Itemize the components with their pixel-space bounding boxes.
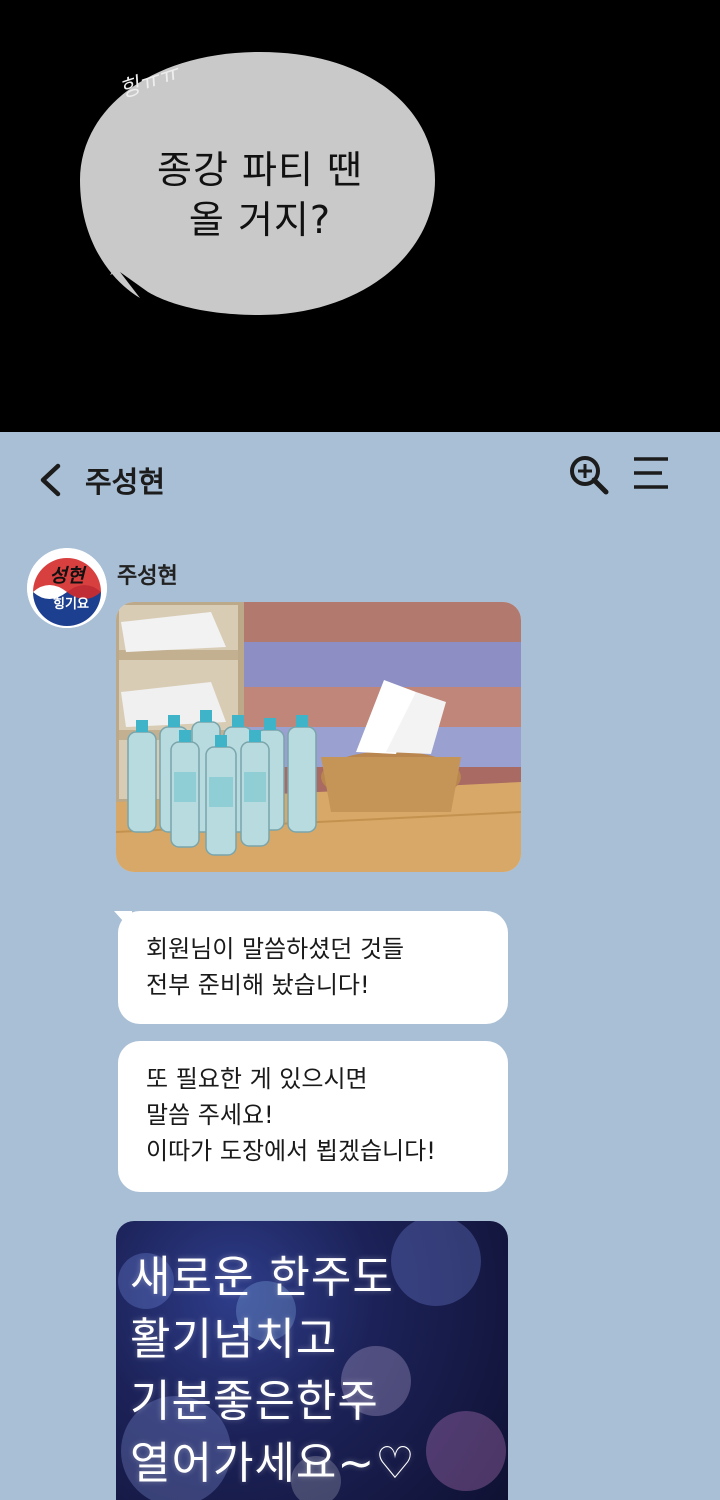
chat-title: 주성현 (85, 465, 166, 499)
avatar-text-top: 성현 (50, 565, 87, 587)
avatar[interactable]: 성현 힝기요 (27, 548, 107, 628)
message-line: 또 필요한 게 있으시면 (146, 1065, 368, 1093)
message-bubble[interactable]: 회원님이 말씀하셨던 것들 전부 준비해 놨습니다! (118, 911, 508, 1024)
greeting-line: 열어가세요~♡ (130, 1438, 416, 1489)
menu-icon[interactable] (628, 454, 674, 494)
message-line: 이따가 도장에서 뵙겠습니다! (146, 1137, 436, 1165)
bubble-line: 종강 파티 땐 (157, 148, 363, 192)
greeting-line: 새로운 한주도 (130, 1252, 394, 1303)
chat-header: 주성현 (0, 432, 720, 527)
greeting-line: 활기넘치고 (130, 1314, 338, 1365)
search-zoom-icon[interactable] (566, 452, 612, 498)
speech-bubble-text: 종강 파티 땐 올 거지? (110, 145, 410, 245)
greeting-image-message[interactable]: 새로운 한주도활기넘치고기분좋은한주열어가세요~♡ (116, 1221, 508, 1500)
bubble-line: 올 거지? (188, 198, 332, 242)
comic-panel: 힝ㅠㅠ 종강 파티 땐 올 거지? (0, 0, 720, 432)
photo-message[interactable] (116, 602, 521, 872)
message-line: 전부 준비해 놨습니다! (146, 971, 370, 999)
sender-name: 주성현 (117, 564, 178, 589)
avatar-text-bottom: 힝기요 (53, 596, 89, 612)
message-line: 회원님이 말씀하셨던 것들 (146, 935, 405, 963)
avatar-logo: 성현 힝기요 (27, 548, 107, 628)
message-bubble[interactable]: 또 필요한 게 있으시면 말씀 주세요! 이따가 도장에서 뵙겠습니다! (118, 1041, 508, 1192)
water-bottles-photo (116, 602, 521, 872)
message-line: 말씀 주세요! (146, 1101, 274, 1129)
back-arrow-icon[interactable] (32, 460, 72, 500)
chat-screen: 주성현 성현 힝기요 주성현 회원님이 말씀하셨던 것들 전부 준비해 놨습니다… (0, 432, 720, 1500)
greeting-text: 새로운 한주도활기넘치고기분좋은한주열어가세요~♡ (130, 1247, 416, 1495)
greeting-line: 기분좋은한주 (130, 1376, 379, 1427)
